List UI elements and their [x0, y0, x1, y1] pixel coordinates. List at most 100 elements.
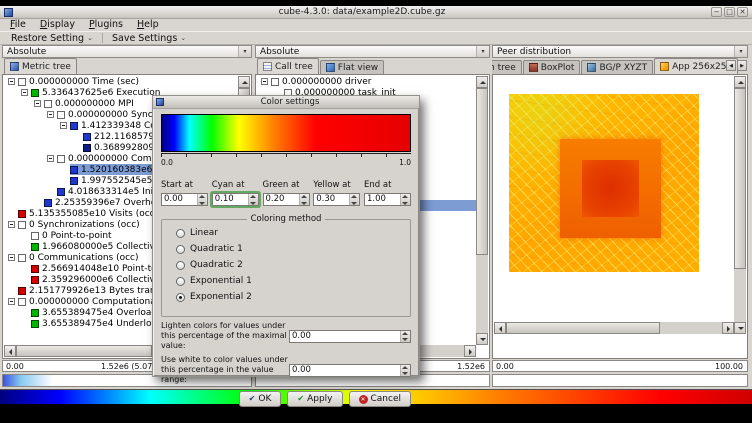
scroll-up-button[interactable] [476, 76, 488, 88]
collapse-icon[interactable] [21, 89, 28, 96]
scrollbar-thumb[interactable] [16, 345, 152, 357]
call-tree-icon [263, 62, 272, 71]
menu-display[interactable]: Display [33, 19, 82, 31]
tab-boxplot[interactable]: BoxPlot [523, 60, 581, 74]
scroll-left-button[interactable] [4, 345, 16, 357]
tab-label: m tree [492, 63, 516, 73]
spinner-arrows[interactable] [349, 194, 359, 205]
spinbox-start-at[interactable]: 0.00 [161, 193, 208, 206]
severity-color-icon [18, 78, 26, 86]
scrollbar-thumb[interactable] [476, 88, 488, 255]
topology-heatmap[interactable] [509, 94, 699, 272]
tree-item[interactable]: 0.000000000 driver [257, 76, 476, 87]
spinner-arrows[interactable] [248, 194, 258, 205]
tab-metric-tree[interactable]: Metric tree [4, 58, 77, 74]
scroll-up-button[interactable] [734, 76, 746, 88]
chevron-down-icon[interactable]: ▾ [734, 46, 747, 57]
tab-system-tree[interactable]: m tree [492, 60, 522, 74]
spinbox-green-at[interactable]: 0.20 [263, 193, 310, 206]
spinner-arrows[interactable] [197, 194, 207, 205]
save-settings-button[interactable]: Save Settings ⌄ [106, 32, 192, 45]
radio-icon[interactable] [176, 229, 185, 238]
spinbox-cyan-at[interactable]: 0.10 [212, 193, 259, 206]
titlebar[interactable]: cube-4.3.0: data/example2D.cube.gz − □ ✕ [0, 6, 752, 19]
spinner-arrows[interactable] [400, 365, 410, 376]
collapse-icon[interactable] [261, 78, 268, 85]
heatmap-hot-region [560, 139, 661, 238]
call-value-mode-select[interactable]: Absolute ▾ [255, 45, 490, 58]
spinner-arrows[interactable] [299, 194, 309, 205]
menu-help[interactable]: Help [130, 19, 166, 31]
metric-value-mode-select[interactable]: Absolute ▾ [2, 45, 252, 58]
collapse-icon[interactable] [60, 122, 67, 129]
minimize-icon[interactable]: − [711, 7, 722, 17]
metric-range-min: 0.00 [6, 362, 24, 371]
restore-setting-button[interactable]: Restore Setting ⌄ [5, 32, 99, 45]
radio-icon[interactable] [176, 261, 185, 270]
severity-color-icon [18, 221, 26, 229]
spinner-arrows[interactable] [400, 194, 410, 205]
tree-item[interactable]: 0.000000000 Time (sec) [4, 76, 238, 87]
white-spinbox[interactable]: 0.00 [289, 364, 411, 377]
coloring-method-options: LinearQuadratic 1Quadratic 2Exponential … [162, 225, 410, 305]
menu-file[interactable]: File [3, 19, 33, 31]
spinner-arrows[interactable] [400, 331, 410, 342]
system-range-max: 100.00 [715, 362, 743, 371]
lighten-value: 0.00 [290, 331, 400, 342]
collapse-icon[interactable] [47, 111, 54, 118]
scroll-down-button[interactable] [734, 322, 746, 334]
maximize-icon[interactable]: □ [724, 7, 735, 17]
scroll-right-button[interactable] [464, 345, 476, 357]
apply-button[interactable]: ✔ Apply [287, 391, 342, 407]
close-icon[interactable]: ✕ [737, 7, 748, 17]
tab-call-tree[interactable]: Call tree [257, 58, 319, 74]
dialog-titlebar[interactable]: Color settings [153, 96, 419, 109]
vertical-scrollbar[interactable] [734, 76, 746, 334]
topology-canvas[interactable] [494, 76, 734, 322]
scroll-left-button[interactable] [494, 322, 506, 334]
radio-icon[interactable] [176, 293, 185, 302]
radio-quadratic-1[interactable]: Quadratic 1 [162, 241, 410, 257]
scrollbar-thumb[interactable] [506, 322, 660, 334]
chevron-down-icon[interactable]: ▾ [238, 46, 251, 57]
lighten-spinbox[interactable]: 0.00 [289, 330, 411, 343]
radio-exponential-1[interactable]: Exponential 1 [162, 273, 410, 289]
system-tabbar: m tree BoxPlot BG/P XYZT App 256x256 ◀ ▶ [492, 58, 748, 74]
tab-scroll-left-icon[interactable]: ◀ [726, 60, 736, 71]
collapse-icon[interactable] [8, 298, 15, 305]
chevron-down-icon[interactable]: ▾ [476, 46, 489, 57]
tab-scroll-right-icon[interactable]: ▶ [737, 60, 747, 71]
vertical-scrollbar[interactable] [476, 76, 488, 345]
chevron-down-icon: ⌄ [87, 35, 93, 42]
tab-bgp-xyzt[interactable]: BG/P XYZT [581, 60, 653, 74]
tree-item-label: 1.966080000e5 Collective [42, 242, 160, 252]
spinbox-end-at[interactable]: 1.00 [364, 193, 411, 206]
metric-tabbar: Metric tree [2, 58, 252, 74]
scroll-up-button[interactable] [238, 76, 250, 88]
scroll-down-button[interactable] [476, 333, 488, 345]
collapse-icon[interactable] [8, 78, 15, 85]
radio-linear[interactable]: Linear [162, 225, 410, 241]
severity-color-icon [18, 210, 26, 218]
scroll-right-button[interactable] [722, 322, 734, 334]
tab-flat-view[interactable]: Flat view [320, 60, 384, 74]
severity-color-icon [70, 166, 78, 174]
collapse-icon[interactable] [8, 254, 15, 261]
radio-label: Linear [190, 228, 218, 238]
scrollbar-thumb[interactable] [734, 88, 746, 269]
app-icon [4, 8, 13, 17]
menu-plugins[interactable]: Plugins [82, 19, 130, 31]
radio-exponential-2[interactable]: Exponential 2 [162, 289, 410, 305]
ok-button[interactable]: ✔ OK [239, 391, 282, 407]
collapse-icon[interactable] [8, 221, 15, 228]
collapse-icon[interactable] [34, 100, 41, 107]
horizontal-scrollbar[interactable] [494, 322, 734, 334]
spinbox-yellow-at[interactable]: 0.30 [313, 193, 360, 206]
radio-quadratic-2[interactable]: Quadratic 2 [162, 257, 410, 273]
radio-icon[interactable] [176, 245, 185, 254]
radio-icon[interactable] [176, 277, 185, 286]
system-value-mode-select[interactable]: Peer distribution ▾ [492, 45, 748, 58]
collapse-icon[interactable] [47, 155, 54, 162]
cancel-button[interactable]: ✕ Cancel [349, 391, 412, 407]
system-value-mode-value: Peer distribution [497, 47, 571, 57]
